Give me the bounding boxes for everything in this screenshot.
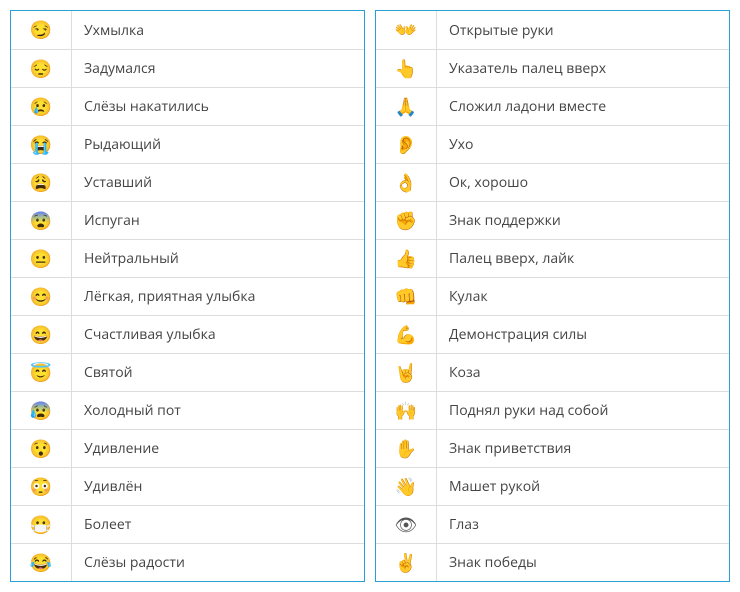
table-row: 🙏Сложил ладони вместе — [376, 87, 729, 125]
emoji-label: Ухо — [437, 135, 729, 154]
emoji-icon: ✊ — [376, 202, 437, 239]
emoji-table-left: 😏Ухмылка😔Задумался😢Слёзы накатились😭Рыда… — [10, 10, 365, 582]
emoji-label: Знак приветствия — [437, 439, 729, 458]
table-row: 😊Лёгкая, приятная улыбка — [11, 277, 364, 315]
emoji-icon: 😐 — [11, 240, 72, 277]
emoji-icon: 🙏 — [376, 88, 437, 125]
emoji-label: Знак поддержки — [437, 211, 729, 230]
table-row: 👆Указатель палец вверх — [376, 49, 729, 87]
emoji-icon: 😩 — [11, 164, 72, 201]
table-row: 🙌Поднял руки над собой — [376, 391, 729, 429]
table-row: 😷Болеет — [11, 505, 364, 543]
emoji-label: Святой — [72, 363, 364, 382]
emoji-label: Поднял руки над собой — [437, 401, 729, 420]
emoji-icon: 👐 — [376, 11, 437, 49]
emoji-label: Слёзы радости — [72, 553, 364, 572]
emoji-table-right: 👐Открытые руки👆Указатель палец вверх🙏Сло… — [375, 10, 730, 582]
table-row: 😄Счастливая улыбка — [11, 315, 364, 353]
table-row: 😢Слёзы накатились — [11, 87, 364, 125]
emoji-label: Ок, хорошо — [437, 173, 729, 192]
table-row: 👐Открытые руки — [376, 11, 729, 49]
emoji-label: Машет рукой — [437, 477, 729, 496]
emoji-label: Знак победы — [437, 553, 729, 572]
emoji-icon: 👂 — [376, 126, 437, 163]
emoji-label: Уставший — [72, 173, 364, 192]
table-row: 😨Испуган — [11, 201, 364, 239]
emoji-tables: 😏Ухмылка😔Задумался😢Слёзы накатились😭Рыда… — [10, 10, 730, 582]
table-row: 👍Палец вверх, лайк — [376, 239, 729, 277]
emoji-icon: 👍 — [376, 240, 437, 277]
table-row: ✊Знак поддержки — [376, 201, 729, 239]
emoji-label: Удивлён — [72, 477, 364, 496]
table-row: ✋Знак приветствия — [376, 429, 729, 467]
emoji-label: Задумался — [72, 59, 364, 78]
emoji-label: Слёзы накатились — [72, 97, 364, 116]
emoji-label: Сложил ладони вместе — [437, 97, 729, 116]
table-row: 💪Демонстрация силы — [376, 315, 729, 353]
emoji-label: Счастливая улыбка — [72, 325, 364, 344]
emoji-icon: ✋ — [376, 430, 437, 467]
emoji-icon: 😰 — [11, 392, 72, 429]
emoji-label: Ухмылка — [72, 21, 364, 40]
emoji-icon: 👆 — [376, 50, 437, 87]
emoji-label: Лёгкая, приятная улыбка — [72, 287, 364, 306]
emoji-label: Палец вверх, лайк — [437, 249, 729, 268]
emoji-label: Рыдающий — [72, 135, 364, 154]
emoji-icon: 👊 — [376, 278, 437, 315]
table-row: 😯Удивление — [11, 429, 364, 467]
table-row: ✌Знак победы — [376, 543, 729, 581]
emoji-label: Демонстрация силы — [437, 325, 729, 344]
emoji-icon: 😔 — [11, 50, 72, 87]
emoji-icon: 😷 — [11, 506, 72, 543]
emoji-label: Указатель палец вверх — [437, 59, 729, 78]
emoji-icon: 👁 — [376, 506, 437, 543]
table-row: 😳Удивлён — [11, 467, 364, 505]
emoji-label: Удивление — [72, 439, 364, 458]
emoji-icon: 😯 — [11, 430, 72, 467]
table-row: 🤘Коза — [376, 353, 729, 391]
emoji-icon: 😭 — [11, 126, 72, 163]
emoji-label: Открытые руки — [437, 21, 729, 40]
table-row: 👂Ухо — [376, 125, 729, 163]
emoji-label: Холодный пот — [72, 401, 364, 420]
emoji-icon: 😳 — [11, 468, 72, 505]
emoji-label: Глаз — [437, 515, 729, 534]
table-row: 😔Задумался — [11, 49, 364, 87]
emoji-icon: 😢 — [11, 88, 72, 125]
emoji-label: Кулак — [437, 287, 729, 306]
emoji-icon: 🤘 — [376, 354, 437, 391]
table-row: 😐Нейтральный — [11, 239, 364, 277]
table-row: 😂Слёзы радости — [11, 543, 364, 581]
emoji-icon: ✌ — [376, 544, 437, 581]
emoji-label: Болеет — [72, 515, 364, 534]
emoji-label: Коза — [437, 363, 729, 382]
emoji-icon: 👌 — [376, 164, 437, 201]
emoji-icon: 👋 — [376, 468, 437, 505]
table-row: 👊Кулак — [376, 277, 729, 315]
emoji-label: Нейтральный — [72, 249, 364, 268]
emoji-icon: 😨 — [11, 202, 72, 239]
emoji-icon: 😂 — [11, 544, 72, 581]
emoji-icon: 😇 — [11, 354, 72, 391]
table-row: 😭Рыдающий — [11, 125, 364, 163]
table-row: 😩Уставший — [11, 163, 364, 201]
emoji-icon: 💪 — [376, 316, 437, 353]
emoji-icon: 😏 — [11, 11, 72, 49]
emoji-icon: 🙌 — [376, 392, 437, 429]
emoji-icon: 😊 — [11, 278, 72, 315]
emoji-label: Испуган — [72, 211, 364, 230]
table-row: 😇Святой — [11, 353, 364, 391]
table-row: 👁Глаз — [376, 505, 729, 543]
table-row: 👌Ок, хорошо — [376, 163, 729, 201]
table-row: 😏Ухмылка — [11, 11, 364, 49]
emoji-icon: 😄 — [11, 316, 72, 353]
table-row: 👋Машет рукой — [376, 467, 729, 505]
table-row: 😰Холодный пот — [11, 391, 364, 429]
